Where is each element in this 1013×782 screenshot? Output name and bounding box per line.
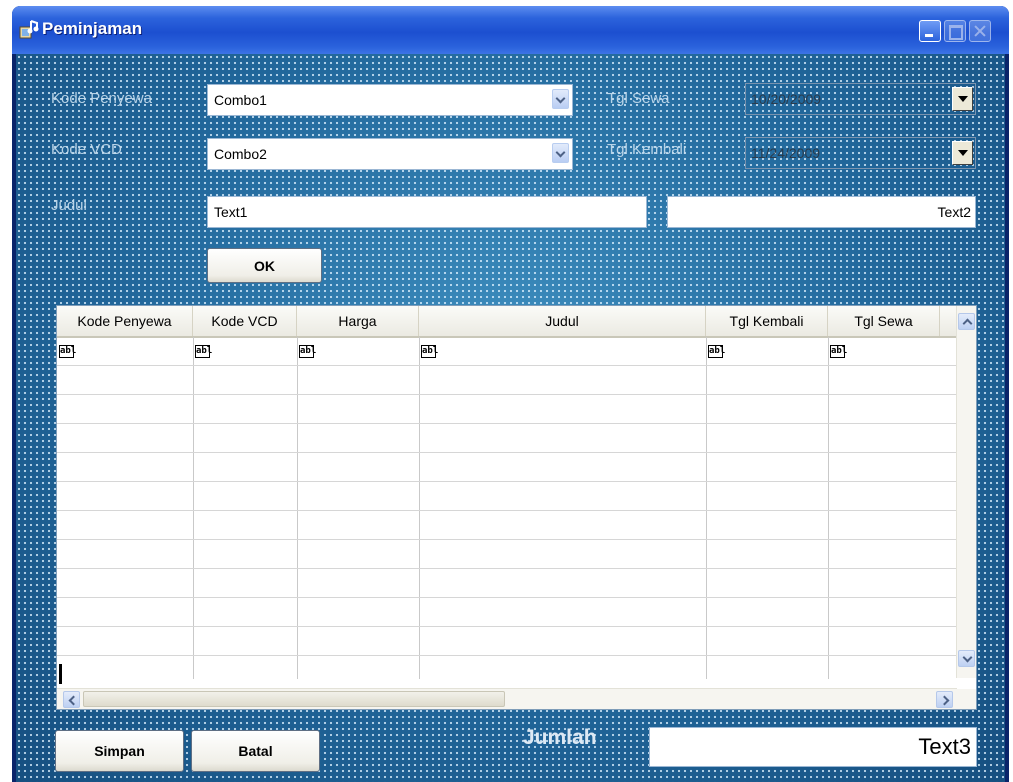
scroll-up-icon[interactable]: [958, 313, 975, 330]
column-divider: [828, 337, 829, 679]
batal-button[interactable]: Batal: [191, 730, 320, 772]
column-header-harga[interactable]: Harga: [297, 306, 419, 336]
close-icon[interactable]: [969, 20, 991, 42]
ok-button-label: OK: [254, 257, 275, 274]
tgl-sewa-datepicker[interactable]: 10/20/2009: [745, 83, 976, 115]
column-header-tgl-sewa[interactable]: Tgl Sewa: [828, 306, 940, 336]
table-row: [57, 597, 957, 598]
row-focus-indicator: [59, 664, 62, 684]
maximize-icon[interactable]: [944, 20, 966, 42]
column-header-kode-vcd[interactable]: Kode VCD: [193, 306, 297, 336]
grid-header: Kode Penyewa Kode VCD Harga Judul Tgl Ke…: [57, 306, 957, 338]
text1-value: Text1: [214, 204, 248, 220]
text1-judul[interactable]: Text1: [207, 196, 647, 228]
dropdown-arrow-icon[interactable]: [952, 141, 973, 165]
column-divider: [419, 337, 420, 679]
textbox-icon: abl: [708, 345, 726, 358]
scroll-left-icon[interactable]: [63, 691, 80, 708]
table-row: [57, 539, 957, 540]
tgl-kembali-label: Tgl Kembali: [607, 141, 687, 158]
combo2-value: Combo2: [214, 146, 267, 162]
ok-button[interactable]: OK: [207, 248, 322, 283]
text2-value: Text2: [937, 204, 971, 220]
table-row: [57, 365, 957, 366]
table-row: [57, 655, 957, 656]
horizontal-scrollbar[interactable]: [57, 688, 957, 709]
text3-value: Text3: [918, 734, 971, 759]
table-row: [57, 510, 957, 511]
window: Peminjaman Kode Penyewa Kode VCD Judul T…: [12, 6, 1009, 782]
tgl-sewa-value: 10/20/2009: [751, 91, 822, 107]
text3-jumlah-field[interactable]: Text3: [649, 727, 977, 767]
scroll-down-icon[interactable]: [958, 650, 975, 667]
dropdown-arrow-icon[interactable]: [552, 89, 569, 109]
column-header-kode-penyewa[interactable]: Kode Penyewa: [57, 306, 193, 336]
horizontal-scroll-thumb[interactable]: [83, 691, 505, 707]
combo1-value: Combo1: [214, 92, 267, 108]
simpan-button[interactable]: Simpan: [55, 730, 184, 772]
column-divider: [193, 337, 194, 679]
scrollbar-corner: [956, 689, 976, 709]
textbox-icon: abl: [421, 345, 439, 358]
combo2-kode-vcd[interactable]: Combo2: [207, 138, 573, 170]
table-row: [57, 452, 957, 453]
batal-button-label: Batal: [238, 743, 273, 759]
column-divider: [297, 337, 298, 679]
textbox-icon: abl: [195, 345, 213, 358]
kode-penyewa-label: Kode Penyewa: [51, 90, 152, 107]
dropdown-arrow-icon[interactable]: [552, 143, 569, 163]
table-row: [57, 394, 957, 395]
tgl-sewa-label: Tgl Sewa: [607, 90, 670, 107]
tgl-kembali-value: 11/24/2009: [751, 145, 821, 161]
combo1-kode-penyewa[interactable]: Combo1: [207, 84, 573, 116]
textbox-icon: abl: [59, 345, 77, 358]
kode-vcd-label: Kode VCD: [51, 141, 122, 158]
vertical-scrollbar[interactable]: [956, 306, 976, 678]
table-row: [57, 568, 957, 569]
window-title: Peminjaman: [42, 19, 143, 38]
table-row: [57, 481, 957, 482]
dropdown-arrow-icon[interactable]: [952, 87, 973, 111]
data-grid[interactable]: Kode Penyewa Kode VCD Harga Judul Tgl Ke…: [56, 305, 977, 710]
scroll-right-icon[interactable]: [936, 691, 953, 708]
column-header-tgl-kembali[interactable]: Tgl Kembali: [706, 306, 828, 336]
textbox-icon: abl: [830, 345, 848, 358]
tgl-kembali-datepicker[interactable]: 11/24/2009: [745, 137, 976, 169]
simpan-button-label: Simpan: [94, 743, 145, 759]
column-divider: [706, 337, 707, 679]
form-client-area: Kode Penyewa Kode VCD Judul Tgl Sewa Tgl…: [16, 54, 1005, 782]
table-row: [57, 626, 957, 627]
jumlah-label: Jumlah: [523, 726, 597, 749]
text2-field[interactable]: Text2: [667, 196, 976, 228]
app-icon: [19, 20, 39, 39]
textbox-icon: abl: [299, 345, 317, 358]
column-header-judul[interactable]: Judul: [419, 306, 706, 336]
judul-label: Judul: [51, 197, 87, 214]
titlebar[interactable]: Peminjaman: [12, 6, 1009, 54]
minimize-icon[interactable]: [919, 20, 941, 42]
table-row: [57, 423, 957, 424]
